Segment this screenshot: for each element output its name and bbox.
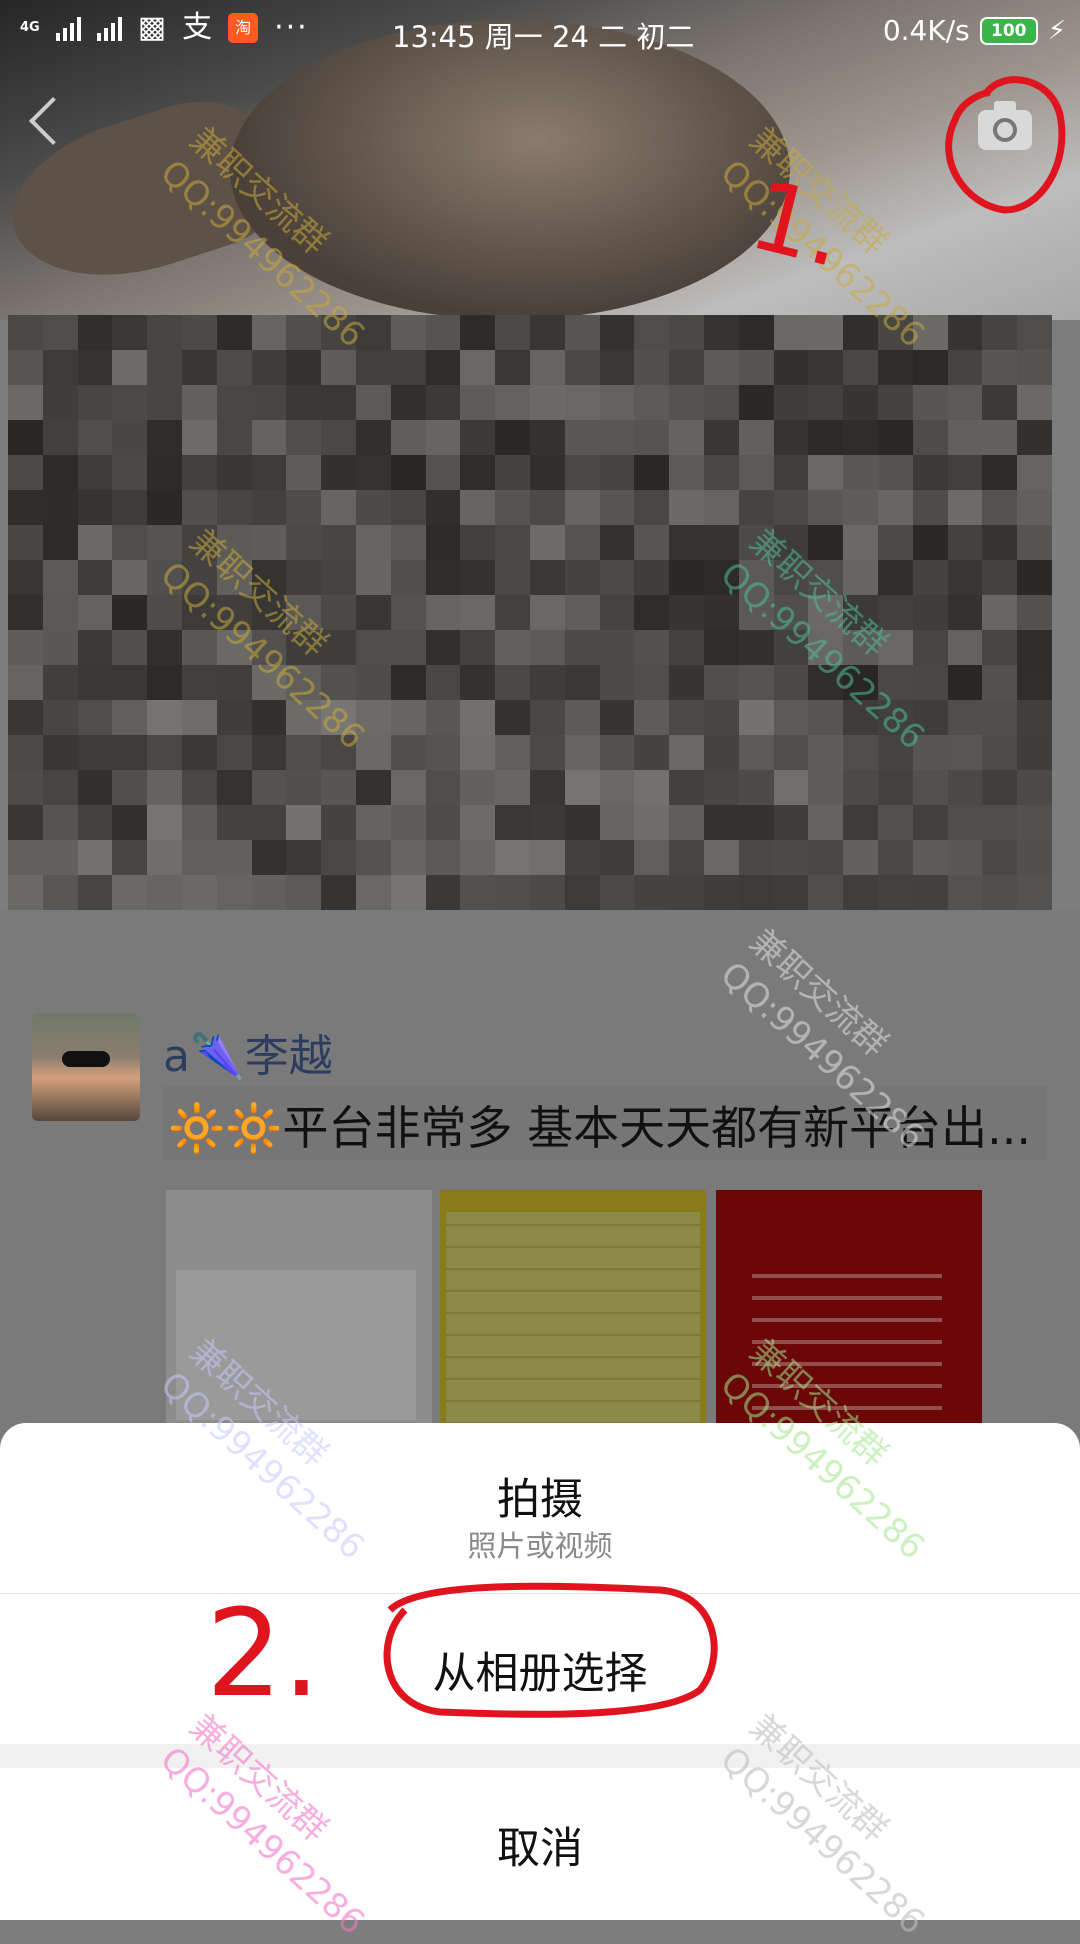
sheet-divider (0, 1744, 1080, 1768)
shoot-title: 拍摄 (497, 1475, 583, 1525)
alipay-icon: 支 (182, 9, 213, 45)
action-sheet: 拍摄 照片或视频 从相册选择 取消 (0, 1423, 1080, 1920)
album-label: 从相册选择 (432, 1649, 648, 1699)
thumbnail-content (446, 1212, 700, 1424)
network-type: 4G (20, 20, 40, 35)
more-dots-icon: ··· (274, 10, 309, 45)
status-bar: 4G ▩ 支 淘 ··· 13:45 周一 24 二 初二 0.4K/s 100… (0, 0, 1080, 64)
post-author[interactable]: a🌂李越 (163, 1020, 333, 1084)
signal-icon (96, 15, 122, 41)
thumbnail-content (176, 1270, 416, 1420)
taobao-icon: 淘 (228, 12, 259, 43)
image-thumbnail[interactable] (440, 1190, 706, 1430)
avatar[interactable] (32, 1013, 140, 1121)
cat-head-shape (230, 20, 790, 320)
battery-icon: 100 (979, 16, 1038, 45)
shoot-subtitle: 照片或视频 (467, 1529, 613, 1563)
shoot-option[interactable]: 拍摄 照片或视频 (0, 1423, 1080, 1594)
choose-from-album-option[interactable]: 从相册选择 (0, 1594, 1080, 1744)
image-thumbnail[interactable] (716, 1190, 982, 1430)
pixelated-area (8, 315, 1052, 910)
camera-icon[interactable] (978, 101, 1032, 150)
signal-icon (55, 15, 81, 41)
image-thumbnail[interactable] (166, 1190, 432, 1430)
post-text[interactable]: 🔆🔆平台非常多 基本天天都有新平台出... (168, 1092, 1031, 1158)
network-speed: 0.4K/s (882, 14, 970, 47)
charging-icon: ⚡ (1047, 15, 1066, 46)
cancel-button[interactable]: 取消 (0, 1768, 1080, 1920)
status-time: 13:45 周一 24 二 初二 (392, 20, 695, 54)
message-icon: ▩ (137, 9, 167, 45)
thumbnail-content (752, 1260, 942, 1410)
cancel-label: 取消 (497, 1824, 583, 1874)
